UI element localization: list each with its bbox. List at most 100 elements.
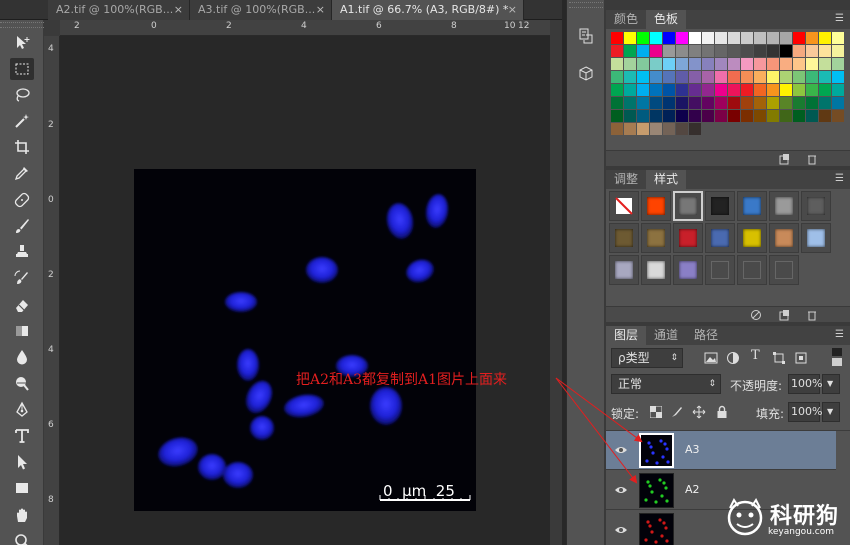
type-tool-button[interactable] <box>10 425 34 447</box>
color-swatch[interactable] <box>754 32 766 44</box>
color-swatch[interactable] <box>741 58 753 70</box>
brush-tool-button[interactable] <box>10 215 34 237</box>
color-swatch[interactable] <box>611 58 623 70</box>
lock-position-icon[interactable] <box>692 405 706 419</box>
color-swatch[interactable] <box>741 71 753 83</box>
close-icon[interactable]: × <box>316 0 325 20</box>
lock-transparent-pixels-icon[interactable] <box>650 406 662 418</box>
layer-filter-select[interactable]: ρ类型 ⇕ <box>611 348 683 368</box>
color-swatch[interactable] <box>715 71 727 83</box>
color-swatch[interactable] <box>754 58 766 70</box>
style-preset[interactable] <box>737 191 767 221</box>
eyedropper-tool-button[interactable] <box>10 162 34 184</box>
color-swatch[interactable] <box>806 58 818 70</box>
tab-layers[interactable]: 图层 <box>606 326 647 345</box>
color-swatch[interactable] <box>741 84 753 96</box>
color-swatch[interactable] <box>741 32 753 44</box>
style-preset[interactable] <box>609 223 639 253</box>
visibility-eye-icon[interactable] <box>614 483 628 497</box>
color-swatch[interactable] <box>689 123 701 135</box>
shape-layer-filter-icon[interactable] <box>772 351 786 365</box>
color-swatch[interactable] <box>767 110 779 122</box>
color-swatch[interactable] <box>650 58 662 70</box>
color-swatch[interactable] <box>741 110 753 122</box>
trash-icon[interactable] <box>806 153 818 165</box>
style-preset[interactable] <box>641 255 671 285</box>
color-swatch[interactable] <box>806 84 818 96</box>
color-swatch[interactable] <box>793 71 805 83</box>
tab-styles[interactable]: 样式 <box>646 170 687 189</box>
hand-tool-button[interactable] <box>10 504 34 526</box>
color-swatch[interactable] <box>702 58 714 70</box>
panel-menu-icon[interactable]: ☰ <box>835 173 844 184</box>
microscopy-image[interactable]: 0 μm 25 <box>134 169 476 511</box>
style-preset[interactable] <box>641 191 671 221</box>
style-preset[interactable] <box>641 223 671 253</box>
color-swatch[interactable] <box>689 84 701 96</box>
color-swatch[interactable] <box>702 32 714 44</box>
color-swatch[interactable] <box>728 84 740 96</box>
color-swatch[interactable] <box>676 58 688 70</box>
rectangle-tool-button[interactable] <box>10 477 34 499</box>
new-style-icon[interactable] <box>778 309 790 321</box>
color-swatch[interactable] <box>624 45 636 57</box>
style-preset[interactable] <box>673 255 703 285</box>
color-swatch[interactable] <box>624 58 636 70</box>
color-swatch[interactable] <box>637 123 649 135</box>
style-preset[interactable] <box>609 191 639 221</box>
vertical-scrollbar[interactable] <box>550 20 562 545</box>
color-swatch[interactable] <box>754 110 766 122</box>
color-swatch[interactable] <box>611 110 623 122</box>
type-layer-filter-icon[interactable]: T <box>751 348 760 363</box>
color-swatch[interactable] <box>624 123 636 135</box>
color-swatch[interactable] <box>676 97 688 109</box>
color-swatch[interactable] <box>754 84 766 96</box>
fill-input[interactable]: 100% <box>788 402 822 422</box>
color-swatch[interactable] <box>637 58 649 70</box>
color-swatch[interactable] <box>819 84 831 96</box>
color-swatch[interactable] <box>663 71 675 83</box>
zoom-tool-button[interactable] <box>10 530 34 545</box>
visibility-eye-icon[interactable] <box>614 443 628 457</box>
close-icon[interactable]: × <box>508 0 517 20</box>
color-swatch[interactable] <box>793 58 805 70</box>
style-preset[interactable] <box>769 223 799 253</box>
vertical-ruler[interactable]: 4 2 0 2 4 6 8 <box>44 36 60 545</box>
style-preset[interactable] <box>737 223 767 253</box>
color-swatch[interactable] <box>741 45 753 57</box>
color-swatch[interactable] <box>650 123 662 135</box>
fill-dropdown-button[interactable]: ▼ <box>822 402 840 422</box>
color-swatch[interactable] <box>650 32 662 44</box>
color-swatch[interactable] <box>767 71 779 83</box>
color-swatch[interactable] <box>780 32 792 44</box>
color-swatch[interactable] <box>611 32 623 44</box>
color-swatch[interactable] <box>611 97 623 109</box>
color-swatch[interactable] <box>650 84 662 96</box>
color-swatch[interactable] <box>624 110 636 122</box>
smart-object-filter-icon[interactable] <box>794 351 808 365</box>
color-swatch[interactable] <box>637 84 649 96</box>
style-preset[interactable] <box>673 223 703 253</box>
color-swatch[interactable] <box>624 32 636 44</box>
pixel-layer-filter-icon[interactable] <box>704 351 718 365</box>
lasso-tool-button[interactable] <box>10 84 34 106</box>
color-swatch[interactable] <box>637 97 649 109</box>
color-swatch[interactable] <box>663 32 675 44</box>
color-swatch[interactable] <box>611 71 623 83</box>
pen-tool-button[interactable] <box>10 399 34 421</box>
color-swatch[interactable] <box>637 45 649 57</box>
blur-tool-button[interactable] <box>10 346 34 368</box>
lock-all-icon[interactable] <box>716 405 728 419</box>
color-swatch[interactable] <box>650 71 662 83</box>
color-swatch[interactable] <box>702 45 714 57</box>
color-swatch[interactable] <box>832 97 844 109</box>
color-swatch[interactable] <box>715 84 727 96</box>
color-swatch[interactable] <box>780 58 792 70</box>
color-swatch[interactable] <box>832 84 844 96</box>
color-swatch[interactable] <box>676 71 688 83</box>
color-swatch[interactable] <box>819 97 831 109</box>
style-preset[interactable] <box>705 255 735 285</box>
document-tab-a3[interactable]: A3.tif @ 100%(RGB... × <box>190 0 332 20</box>
color-swatch[interactable] <box>832 45 844 57</box>
color-swatch[interactable] <box>780 110 792 122</box>
